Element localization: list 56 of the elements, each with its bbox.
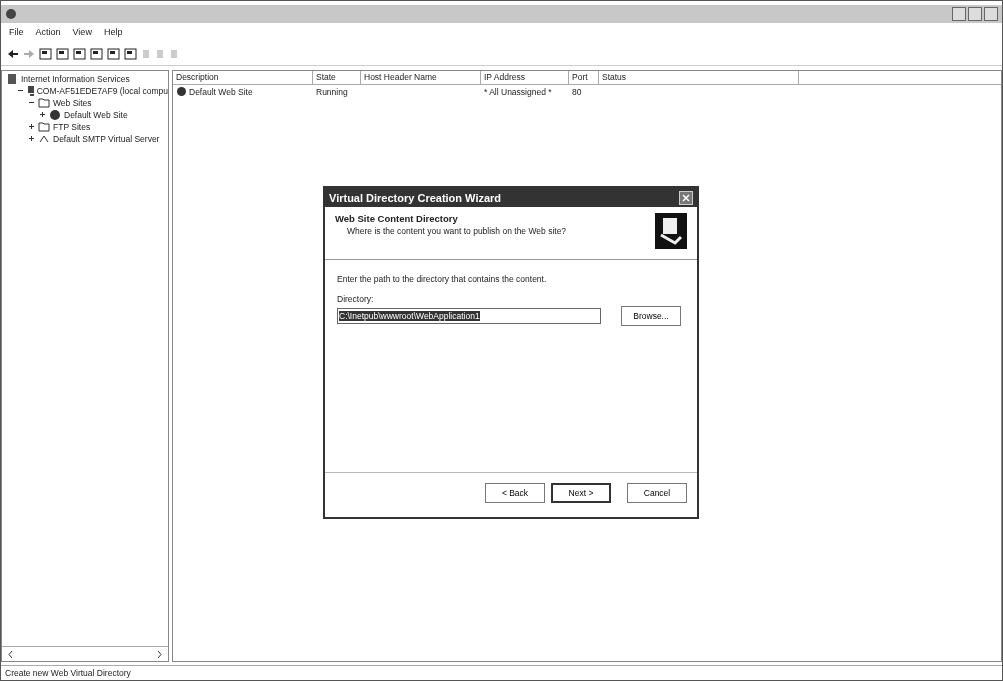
scroll-left-icon[interactable]	[8, 650, 13, 658]
globe-icon	[49, 108, 61, 121]
toolbar-icon[interactable]	[90, 48, 103, 60]
wizard-heading: Web Site Content Directory	[335, 213, 459, 224]
scrollbar[interactable]	[2, 646, 168, 661]
tree-item[interactable]: FTP Sites	[53, 121, 91, 132]
folder-icon	[38, 97, 50, 108]
menu-item[interactable]: Help	[103, 27, 123, 39]
field-label: Directory:	[337, 294, 375, 304]
expand-icon[interactable]	[39, 111, 46, 118]
folder-icon	[38, 121, 50, 132]
directory-field[interactable]: C:\Inetpub\wwwroot\WebApplication1	[337, 308, 601, 324]
dialog-button[interactable]: Cancel	[627, 483, 687, 503]
collapse-icon[interactable]	[17, 87, 24, 94]
menu-item[interactable]: View	[72, 27, 92, 39]
menu-item[interactable]: Action	[35, 27, 61, 39]
menu-item[interactable]: File	[9, 27, 24, 39]
table-cell: * All Unassigned *	[484, 86, 552, 97]
app-icon	[5, 8, 17, 20]
wizard-subheading: Where is the content you want to publish on the Web site?	[346, 226, 567, 236]
expand-icon[interactable]	[28, 123, 35, 130]
dialog-title: Virtual Directory Creation Wizard	[329, 191, 502, 204]
toolbar-icon[interactable]	[39, 48, 52, 60]
tree-item[interactable]: Default Web Site	[64, 109, 128, 120]
column-header[interactable]: Description	[173, 71, 313, 84]
browse-button[interactable]: Browse...	[621, 306, 681, 326]
table-cell: Default Web Site	[189, 86, 253, 97]
toolbar-icon[interactable]	[107, 48, 120, 60]
toolbar-icon[interactable]	[124, 48, 137, 60]
column-header[interactable]: IP Address	[481, 71, 569, 84]
tree-item[interactable]: Web Sites	[53, 97, 92, 108]
collapse-icon[interactable]	[28, 99, 35, 106]
toolbar-icon[interactable]	[56, 48, 69, 60]
instruction-text: Enter the path to the directory that contains the content.	[337, 274, 548, 284]
wizard-icon	[655, 213, 687, 249]
tree-item[interactable]: COM-AF51EDE7AF9 (local compu	[36, 85, 168, 96]
globe-icon	[176, 86, 187, 97]
expand-icon[interactable]	[28, 135, 35, 142]
column-header[interactable]: State	[313, 71, 361, 84]
dialog-button[interactable]: Next >	[551, 483, 611, 503]
back-arrow-icon[interactable]	[7, 49, 19, 59]
dialog-button[interactable]: < Back	[485, 483, 545, 503]
minimize-icon[interactable]	[952, 7, 966, 21]
tree-item[interactable]: Default SMTP Virtual Server	[53, 133, 160, 144]
table-cell: Running	[316, 86, 348, 97]
scroll-right-icon[interactable]	[157, 650, 162, 658]
tree-item[interactable]: Internet Information Services	[21, 73, 130, 84]
column-header[interactable]: Port	[569, 71, 599, 84]
column-header[interactable]: Status	[599, 71, 799, 84]
table-cell: 80	[572, 86, 582, 97]
maximize-icon[interactable]	[968, 7, 982, 21]
status-bar: Create new Web Virtual Directory	[1, 665, 1002, 680]
computer-icon	[27, 84, 34, 97]
column-header[interactable]: Host Header Name	[361, 71, 481, 84]
toolbar-icon[interactable]	[73, 48, 86, 60]
server-icon	[6, 72, 18, 85]
